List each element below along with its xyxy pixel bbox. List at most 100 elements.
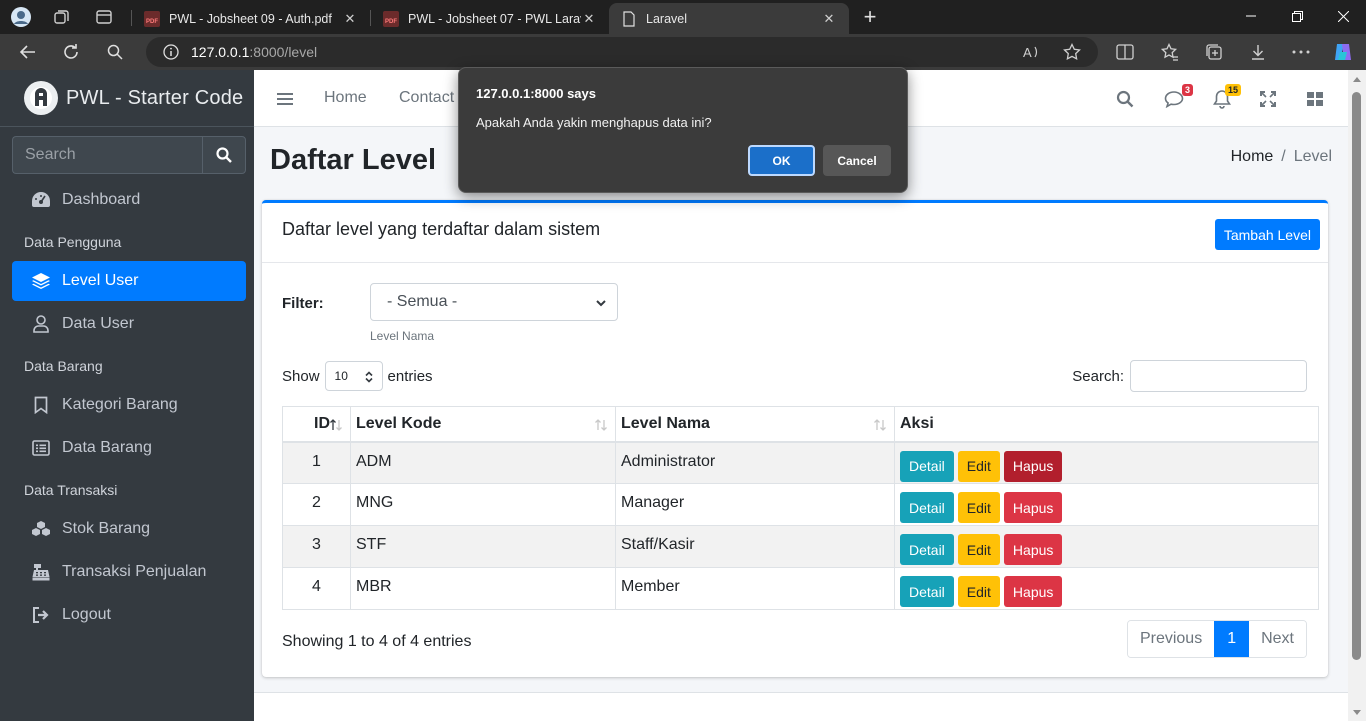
search-icon[interactable] xyxy=(1114,88,1136,110)
column-header-kode[interactable]: Level Kode xyxy=(350,406,616,443)
scroll-down-icon[interactable] xyxy=(1353,710,1361,716)
delete-button[interactable]: Hapus xyxy=(1003,576,1063,607)
column-header-nama[interactable]: Level Nama xyxy=(615,406,895,443)
sidebar-item-dashboard[interactable]: Dashboard xyxy=(12,180,246,220)
breadcrumb-home[interactable]: Home xyxy=(1231,148,1274,165)
sidebar-item-level-user[interactable]: Level User xyxy=(12,261,246,301)
tab-title: PWL - Jobsheet 09 - Auth.pdf xyxy=(169,11,332,26)
sidebar-item-label: Logout xyxy=(62,606,111,623)
sidebar-item-label: Kategori Barang xyxy=(62,396,178,413)
detail-button[interactable]: Detail xyxy=(900,450,954,482)
entries-length-value: 10 xyxy=(334,369,348,383)
restore-button[interactable] xyxy=(1274,0,1320,32)
cell-aksi: Detail Edit Hapus xyxy=(894,483,1319,526)
tab-pdf-jobsheet-09[interactable]: PDF PWL - Jobsheet 09 - Auth.pdf ✕ xyxy=(132,3,370,34)
delete-button[interactable]: Hapus xyxy=(1003,534,1063,565)
sidebar: PWL - Starter Code Search Dashboard Data… xyxy=(0,70,254,721)
column-header-id[interactable]: ID xyxy=(282,406,351,443)
delete-button[interactable]: Hapus xyxy=(1003,492,1063,523)
close-window-button[interactable] xyxy=(1320,0,1366,32)
page-icon xyxy=(623,10,635,27)
sidebar-item-kategori-barang[interactable]: Kategori Barang xyxy=(12,385,246,425)
sidebar-search-button[interactable] xyxy=(202,136,246,174)
download-icon[interactable] xyxy=(1246,40,1270,64)
tab-title: Laravel xyxy=(646,11,687,26)
profile-avatar-icon[interactable] xyxy=(10,6,32,28)
new-tab-button[interactable]: + xyxy=(859,4,881,29)
pagination-next[interactable]: Next xyxy=(1249,621,1306,657)
close-icon[interactable]: ✕ xyxy=(342,11,358,27)
scroll-thumb[interactable] xyxy=(1352,92,1361,660)
cell-aksi: Detail Edit Hapus xyxy=(894,567,1319,610)
sidebar-header-transaksi: Data Transaksi xyxy=(24,482,118,498)
fullscreen-icon[interactable] xyxy=(1257,88,1279,110)
detail-button[interactable]: Detail xyxy=(900,534,954,565)
sidebar-search-input[interactable]: Search xyxy=(12,136,202,174)
updown-icon xyxy=(364,371,373,383)
level-table: ID Level Kode Level Nama Aksi 1 ADM Admi… xyxy=(282,406,1319,610)
brand-link[interactable]: PWL - Starter Code xyxy=(0,70,254,127)
cell-nama: Staff/Kasir xyxy=(615,525,895,568)
column-header-label: Level Kode xyxy=(356,414,442,432)
nav-link-home[interactable]: Home xyxy=(324,89,367,107)
sort-icon xyxy=(595,419,607,431)
table-row: 3 STF Staff/Kasir Detail Edit Hapus xyxy=(282,525,1319,568)
sidebar-item-data-user[interactable]: Data User xyxy=(12,304,246,344)
edit-button[interactable]: Edit xyxy=(957,534,1000,565)
sidebar-item-transaksi-penjualan[interactable]: Transaksi Penjualan xyxy=(12,552,246,592)
delete-button[interactable]: Hapus xyxy=(1003,450,1063,482)
split-screen-icon[interactable] xyxy=(1113,40,1137,64)
workspaces-icon[interactable] xyxy=(51,6,73,28)
tab-laravel[interactable]: Laravel ✕ xyxy=(609,3,849,34)
page-scrollbar[interactable] xyxy=(1348,70,1366,721)
pagination-page-1[interactable]: 1 xyxy=(1214,621,1250,657)
refresh-icon[interactable] xyxy=(59,40,83,64)
entries-length-select[interactable]: 10 xyxy=(324,361,383,391)
messages-badge: 3 xyxy=(1181,84,1193,96)
add-level-button[interactable]: Tambah Level xyxy=(1214,219,1320,250)
table-info: Showing 1 to 4 of 4 entries xyxy=(282,633,472,650)
cell-kode: MNG xyxy=(350,483,616,526)
detail-button[interactable]: Detail xyxy=(900,492,954,523)
scroll-up-icon[interactable] xyxy=(1353,76,1361,82)
bell-icon[interactable]: 15 xyxy=(1211,84,1241,110)
edit-button[interactable]: Edit xyxy=(957,492,1000,523)
table-search-input[interactable] xyxy=(1130,360,1307,392)
messages-icon[interactable]: 3 xyxy=(1163,84,1193,110)
back-arrow-icon[interactable] xyxy=(16,40,40,64)
search-icon[interactable] xyxy=(103,40,127,64)
close-icon[interactable]: ✕ xyxy=(581,11,597,27)
read-aloud-icon[interactable]: A xyxy=(1020,37,1044,67)
sidebar-item-logout[interactable]: Logout xyxy=(12,595,246,635)
cell-aksi: Detail Edit Hapus xyxy=(894,525,1319,568)
edit-button[interactable]: Edit xyxy=(957,450,1000,482)
cancel-button[interactable]: Cancel xyxy=(823,145,891,176)
minimize-button[interactable] xyxy=(1228,0,1274,32)
sidebar-item-label: Transaksi Penjualan xyxy=(62,563,207,580)
table-row: 4 MBR Member Detail Edit Hapus xyxy=(282,567,1319,610)
hamburger-menu-icon[interactable] xyxy=(274,88,296,110)
sidebar-nav: Dashboard Data Pengguna Level User Data … xyxy=(12,180,246,638)
nav-link-contact[interactable]: Contact xyxy=(399,89,454,107)
edit-button[interactable]: Edit xyxy=(957,576,1000,607)
sidebar-item-data-barang[interactable]: Data Barang xyxy=(12,428,246,468)
control-sidebar-icon[interactable] xyxy=(1304,88,1326,110)
address-bar[interactable]: 127.0.0.1:8000/level A xyxy=(146,37,1098,67)
tab-pdf-jobsheet-07[interactable]: PDF PWL - Jobsheet 07 - PWL Laravel ✕ xyxy=(371,3,609,34)
copilot-icon[interactable] xyxy=(1331,40,1355,64)
close-icon[interactable]: ✕ xyxy=(821,11,837,27)
tab-actions-icon[interactable] xyxy=(93,6,115,28)
pagination-previous[interactable]: Previous xyxy=(1127,621,1215,657)
ok-button[interactable]: OK xyxy=(748,145,815,176)
sidebar-item-stok-barang[interactable]: Stok Barang xyxy=(12,509,246,549)
collections-icon[interactable] xyxy=(1202,40,1226,64)
more-menu-icon[interactable] xyxy=(1289,40,1313,64)
favorite-star-icon[interactable] xyxy=(1060,37,1084,67)
cell-id: 4 xyxy=(282,567,351,610)
table-search: Search: xyxy=(1072,360,1307,392)
favorites-icon[interactable] xyxy=(1158,40,1182,64)
info-icon[interactable] xyxy=(163,44,179,60)
detail-button[interactable]: Detail xyxy=(900,576,954,607)
level-filter-select[interactable]: - Semua - xyxy=(370,283,618,321)
pagination: Previous 1 Next xyxy=(1126,620,1307,658)
